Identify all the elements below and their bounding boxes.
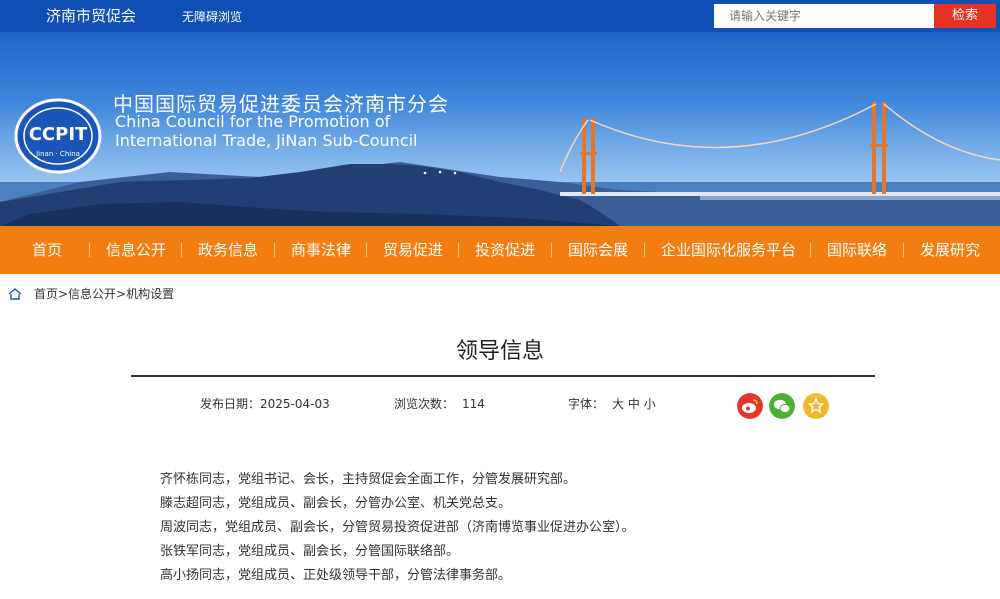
header-banner: CCPIT Jinan · China 中国国际贸易促进委员会济南市分会 Chi… xyxy=(0,32,1000,226)
font-size-large-button[interactable]: 大 xyxy=(612,397,624,411)
breadcrumb: 首页>信息公开>机构设置 xyxy=(8,285,174,302)
nav-item-home[interactable]: 首页 xyxy=(32,226,62,274)
wechat-icon[interactable] xyxy=(769,393,795,419)
search-button[interactable]: 检索 xyxy=(934,4,996,28)
org-name-en-line2: International Trade, JiNan Sub-Council xyxy=(115,131,418,150)
paragraph: 高小扬同志，党组成员、正处级领导干部，分管法律事务部。 xyxy=(160,568,512,583)
nav-separator xyxy=(274,243,275,257)
nav-item-government-affairs[interactable]: 政务信息 xyxy=(198,226,258,274)
publish-date-value: 2025-04-03 xyxy=(260,397,330,411)
page-title: 领导信息 xyxy=(455,339,544,364)
main-nav: 首页 信息公开 政务信息 商事法律 贸易促进 投资促进 国际会展 企业国际化服务… xyxy=(0,226,1000,274)
publish-date-label: 发布日期： xyxy=(200,397,261,411)
nav-separator xyxy=(551,243,552,257)
nav-separator xyxy=(903,243,904,257)
logo-subtext: Jinan · China xyxy=(35,150,80,158)
title-divider xyxy=(131,375,875,377)
view-count-label: 浏览次数： xyxy=(394,397,455,411)
nav-item-international-liaison[interactable]: 国际联络 xyxy=(827,226,887,274)
nav-item-enterprise-service-platform[interactable]: 企业国际化服务平台 xyxy=(661,226,796,274)
logo-text: CCPIT xyxy=(29,124,88,145)
font-size-small-button[interactable]: 小 xyxy=(644,397,656,411)
weibo-icon[interactable] xyxy=(737,393,763,419)
view-count-value: 114 xyxy=(462,397,485,411)
font-size-label: 字体： xyxy=(568,397,605,411)
site-name-link[interactable]: 济南市贸促会 xyxy=(46,5,136,26)
publish-date: 发布日期：2025-04-03 xyxy=(200,395,330,412)
paragraph: 周波同志，党组成员、副会长，分管贸易投资促进部（济南博览事业促进办公室）。 xyxy=(160,520,635,535)
paragraph: 齐怀栋同志，党组书记、会长，主持贸促会全面工作，分管发展研究部。 xyxy=(160,472,577,487)
favorite-icon[interactable] xyxy=(803,393,829,419)
nav-separator xyxy=(366,243,367,257)
ccpit-logo: CCPIT Jinan · China xyxy=(14,98,102,174)
breadcrumb-path[interactable]: 首页>信息公开>机构设置 xyxy=(34,287,174,301)
org-name-en-line1: China Council for the Promotion of xyxy=(115,112,391,131)
nav-separator xyxy=(458,243,459,257)
nav-separator xyxy=(181,243,182,257)
nav-item-international-exhibition[interactable]: 国际会展 xyxy=(568,226,628,274)
font-size-control: 字体： 大 中 小 xyxy=(568,395,656,412)
nav-separator xyxy=(89,243,90,257)
view-count: 浏览次数： 114 xyxy=(394,395,485,412)
font-size-medium-button[interactable]: 中 xyxy=(628,397,640,411)
nav-item-development-research[interactable]: 发展研究 xyxy=(920,226,980,274)
home-icon[interactable] xyxy=(8,288,22,300)
top-bar: 济南市贸促会 无障碍浏览 检索 xyxy=(0,0,1000,32)
search-input[interactable] xyxy=(715,5,933,27)
paragraph: 张铁军同志，党组成员、副会长，分管国际联络部。 xyxy=(160,544,460,559)
search-box xyxy=(714,4,934,28)
paragraph: 滕志超同志，党组成员、副会长，分管办公室、机关党总支。 xyxy=(160,496,512,511)
nav-item-info-disclosure[interactable]: 信息公开 xyxy=(106,226,166,274)
nav-item-trade-promotion[interactable]: 贸易促进 xyxy=(383,226,443,274)
nav-separator xyxy=(810,243,811,257)
nav-item-commercial-law[interactable]: 商事法律 xyxy=(291,226,351,274)
article-body: 齐怀栋同志，党组书记、会长，主持贸促会全面工作，分管发展研究部。 滕志超同志，党… xyxy=(160,468,860,588)
nav-item-investment-promotion[interactable]: 投资促进 xyxy=(475,226,535,274)
nav-separator xyxy=(644,243,645,257)
accessibility-link[interactable]: 无障碍浏览 xyxy=(182,8,242,25)
